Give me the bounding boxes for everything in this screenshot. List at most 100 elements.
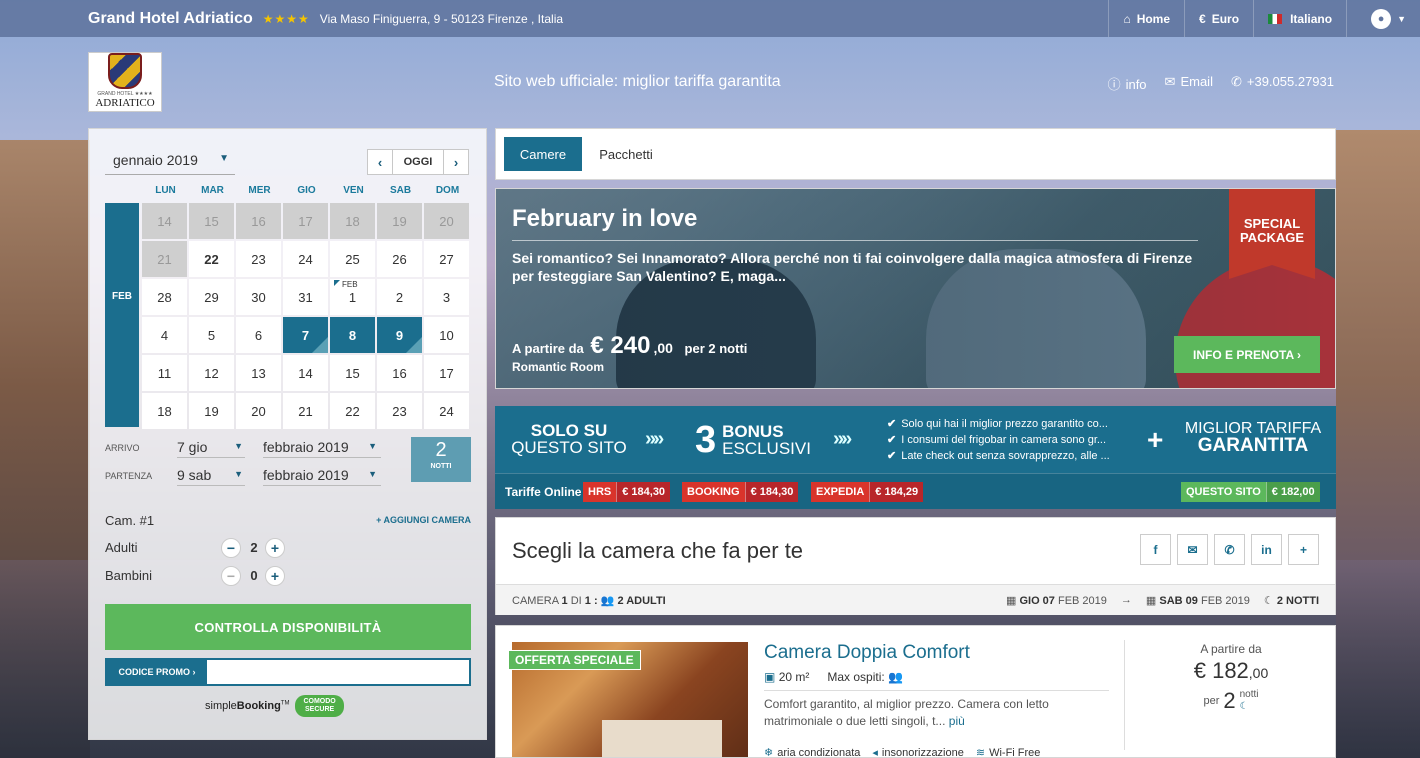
children-label: Bambini — [105, 568, 152, 583]
calendar-week: 21 22 23 24 25 26 27 — [142, 241, 471, 279]
calendar-day[interactable]: 20 — [236, 393, 281, 429]
calendar-day-feb-1[interactable]: FEB 1 — [330, 279, 375, 315]
departure-month-value: febbraio 2019 — [263, 467, 349, 483]
calendar-day[interactable]: 3 — [424, 279, 469, 315]
rate-name: QUESTO SITO — [1181, 482, 1266, 502]
double-arrow-icon: »» — [645, 428, 664, 450]
email-icon[interactable]: ✉ — [1177, 534, 1208, 565]
calendar-day[interactable]: 29 — [189, 279, 234, 315]
promo-code-label[interactable]: CODICE PROMO › — [107, 660, 207, 684]
adults-plus-button[interactable]: + — [265, 538, 285, 558]
calendar-day-number: 1 — [348, 289, 357, 305]
calendar-day-departure[interactable]: 9 — [377, 317, 422, 353]
nav-language[interactable]: Italiano — [1253, 0, 1346, 37]
nav-currency[interactable]: € Euro — [1184, 0, 1253, 37]
departure-day-value: 9 sab — [177, 467, 212, 483]
calendar-day[interactable]: 26 — [377, 241, 422, 277]
calendar-day[interactable]: 18 — [142, 393, 187, 429]
departure-day-select[interactable]: 9 sab ▼ — [177, 467, 245, 486]
today-button[interactable]: OGGI — [393, 149, 443, 175]
calendar-day[interactable]: 2 — [377, 279, 422, 315]
departure-month-select[interactable]: febbraio 2019 ▼ — [263, 467, 381, 486]
calendar-day[interactable]: 24 — [283, 241, 328, 277]
calendar-day[interactable]: 4 — [142, 317, 187, 353]
hotel-logo[interactable]: GRAND HOTEL ★★★★ ADRIATICO — [88, 52, 162, 112]
facebook-icon[interactable]: f — [1140, 534, 1171, 565]
promo-code-input[interactable] — [207, 660, 469, 684]
calendar-day[interactable]: 13 — [236, 355, 281, 391]
children-minus-button[interactable]: − — [221, 566, 241, 586]
calendar-day-selected[interactable]: 8 — [330, 317, 375, 353]
moon-icon: ☾ — [1263, 595, 1274, 607]
rate-hrs: HRS € 184,30 — [583, 482, 671, 502]
b2-line2: ESCLUSIVI — [722, 439, 811, 458]
weekday-label: VEN — [343, 185, 364, 196]
email-link[interactable]: ✉ Email — [1165, 74, 1213, 93]
caret-down-icon: ▼ — [368, 441, 377, 451]
package-per: per 2 notti — [684, 341, 748, 356]
calendar-day[interactable]: 17 — [424, 355, 469, 391]
package-banner[interactable]: SPECIAL PACKAGE February in love Sei roma… — [495, 188, 1336, 389]
arrival-label: ARRIVO — [105, 443, 140, 453]
calendar-day[interactable]: 21 — [283, 393, 328, 429]
checkin-day: GIO 07 — [1019, 595, 1055, 607]
month-select-value: gennaio 2019 — [113, 152, 198, 168]
check-availability-button[interactable]: CONTROLLA DISPONIBILITÀ — [105, 604, 471, 650]
whatsapp-icon[interactable]: ✆ — [1214, 534, 1245, 565]
adults-minus-button[interactable]: − — [221, 538, 241, 558]
room-size-value: 20 m² — [778, 670, 810, 684]
calendar-day[interactable]: 28 — [142, 279, 187, 315]
nav-home[interactable]: ⌂ Home — [1108, 0, 1184, 37]
tab-camere[interactable]: Camere — [504, 137, 582, 171]
rate-expedia: EXPEDIA € 184,29 — [811, 482, 924, 502]
caret-down-icon: ▼ — [234, 469, 243, 479]
calendar-day[interactable]: 11 — [142, 355, 187, 391]
calendar-day[interactable]: 14 — [283, 355, 328, 391]
children-plus-button[interactable]: + — [265, 566, 285, 586]
calendar-day[interactable]: 25 — [330, 241, 375, 277]
calendar-day[interactable]: 22 — [330, 393, 375, 429]
prev-month-button[interactable]: ‹ — [367, 149, 393, 175]
camera-prefix: CAMERA — [512, 595, 559, 607]
room-more-link[interactable]: più — [949, 714, 965, 728]
children-counter: Bambini − 0 + — [105, 565, 305, 587]
bonus-list: ✔ Solo qui hai il miglior prezzo garantit… — [887, 416, 1110, 464]
calendar-day[interactable]: 23 — [236, 241, 281, 277]
tab-pacchetti[interactable]: Pacchetti — [596, 137, 656, 171]
calendar-day[interactable]: 6 — [236, 317, 281, 353]
arrival-day-select[interactable]: 7 gio ▼ — [177, 439, 245, 458]
calendar-day-today[interactable]: 22 — [189, 241, 234, 277]
info-book-button[interactable]: INFO E PRENOTA › — [1174, 336, 1320, 373]
calendar-day[interactable]: 31 — [283, 279, 328, 315]
arrival-month-select[interactable]: febbraio 2019 ▼ — [263, 439, 381, 458]
ribbon-line1: SPECIAL — [1243, 216, 1301, 231]
calendar-day[interactable]: 10 — [424, 317, 469, 353]
calendar-day[interactable]: 15 — [330, 355, 375, 391]
booking-panel: gennaio 2019 ▼ ‹ OGGI › LUN MAR MER GIO … — [88, 128, 487, 740]
checkout-rest: FEB 2019 — [1200, 595, 1250, 607]
calendar-day[interactable]: 5 — [189, 317, 234, 353]
calendar-day[interactable]: 24 — [424, 393, 469, 429]
calendar-day[interactable]: 23 — [377, 393, 422, 429]
month-select[interactable]: gennaio 2019 ▼ — [105, 149, 235, 175]
calendar-day[interactable]: 27 — [424, 241, 469, 277]
nav-user-menu[interactable]: ● ▼ — [1346, 0, 1420, 37]
next-month-button[interactable]: › — [443, 149, 469, 175]
calendar-day[interactable]: 16 — [377, 355, 422, 391]
envelope-icon: ✉ — [1164, 74, 1176, 89]
linkedin-icon[interactable]: in — [1251, 534, 1282, 565]
calendar-day[interactable]: 30 — [236, 279, 281, 315]
nav-home-label: Home — [1136, 11, 1171, 26]
room-price-value: € 182 — [1193, 658, 1249, 683]
calendar-day[interactable]: 19 — [189, 393, 234, 429]
room-name[interactable]: Camera Doppia Comfort — [764, 642, 970, 664]
plus-icon[interactable]: + — [1288, 534, 1319, 565]
info-link[interactable]: ⓘ info — [1108, 74, 1147, 93]
phone-link[interactable]: ✆ +39.055.27931 — [1231, 74, 1334, 93]
calendar-day-arrival[interactable]: 7 — [283, 317, 328, 353]
calendar-day[interactable]: 12 — [189, 355, 234, 391]
month-strip: FEB — [105, 203, 139, 427]
nights-count: 2 — [435, 439, 447, 461]
add-room-button[interactable]: + AGGIUNGI CAMERA — [376, 515, 471, 525]
hotel-name[interactable]: Grand Hotel Adriatico — [88, 10, 253, 28]
